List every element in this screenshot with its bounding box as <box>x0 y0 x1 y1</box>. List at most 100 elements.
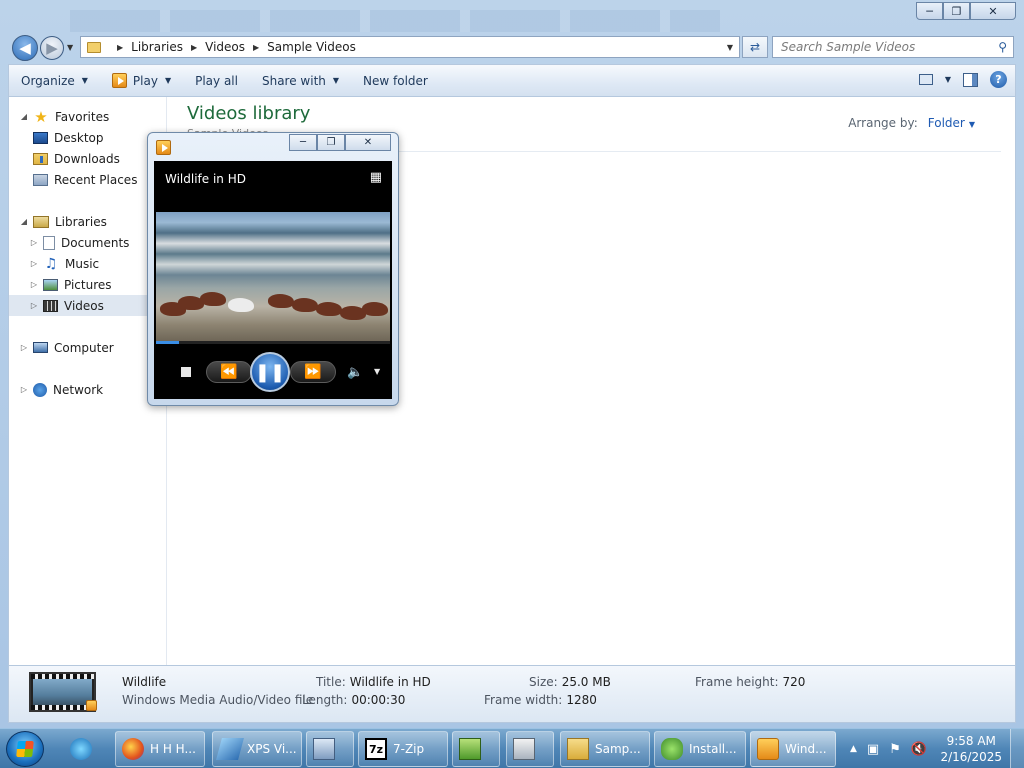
view-options-dropdown[interactable]: ▼ <box>945 75 951 84</box>
expand-arrow-icon[interactable]: ▷ <box>19 343 29 352</box>
player-maximize-button[interactable]: ❐ <box>317 134 345 151</box>
breadcrumb-sample-videos[interactable]: Sample Videos <box>267 40 356 54</box>
new-folder-button[interactable]: New folder <box>351 65 440 96</box>
expand-arrow-icon[interactable]: ▷ <box>29 301 39 310</box>
chevron-down-icon[interactable]: ▼ <box>969 120 975 129</box>
taskbar-item-installer[interactable]: Install... <box>654 731 746 767</box>
media-player-badge-icon <box>86 700 97 711</box>
taskbar-item-printer[interactable] <box>506 731 554 767</box>
taskbar-item-monitor[interactable] <box>306 731 354 767</box>
nav-recent-places-label: Recent Places <box>54 172 138 187</box>
start-button[interactable] <box>6 731 44 767</box>
breadcrumb-separator[interactable]: ▶ <box>253 43 259 52</box>
media-player-window[interactable]: ─ ❐ ✕ Wildlife in HD ▦ ⏪ ⏩ ❚❚ 🔈 ▼ <box>147 132 399 406</box>
search-input[interactable] <box>781 40 981 54</box>
help-icon[interactable]: ? <box>990 71 1007 88</box>
seek-bar[interactable] <box>156 341 390 344</box>
refresh-button[interactable]: ⇄ <box>742 36 768 58</box>
search-box[interactable]: ⚲ <box>772 36 1014 58</box>
rewind-button[interactable]: ⏪ <box>206 361 252 383</box>
search-icon[interactable]: ⚲ <box>998 40 1007 54</box>
clock[interactable]: 9:58 AM 2/16/2025 <box>940 733 1002 765</box>
nav-desktop[interactable]: Desktop <box>9 127 167 148</box>
pause-icon: ❚❚ <box>254 361 286 383</box>
change-view-icon[interactable] <box>918 74 933 85</box>
internet-explorer-icon <box>70 738 92 760</box>
taskbar-item-firefox[interactable]: H H H... <box>115 731 205 767</box>
installer-icon <box>661 738 683 760</box>
nav-videos[interactable]: ▷ Videos <box>9 295 167 316</box>
nav-pictures[interactable]: ▷ Pictures <box>9 274 167 295</box>
nav-network[interactable]: ▷ Network <box>9 379 167 400</box>
pause-button[interactable]: ❚❚ <box>250 352 290 392</box>
forward-arrow-icon: ▶ <box>46 39 58 57</box>
address-dropdown-icon[interactable]: ▼ <box>727 43 733 52</box>
video-display[interactable] <box>156 212 390 343</box>
address-bar[interactable]: ▶ Libraries ▶ Videos ▶ Sample Videos ▼ <box>80 36 740 58</box>
taskbar-item-media-player[interactable]: Wind... <box>750 731 836 767</box>
libraries-icon <box>33 215 49 228</box>
maximize-button[interactable]: ❐ <box>943 2 970 20</box>
volume-muted-icon[interactable]: 🔇 <box>911 742 927 757</box>
taskbar-pinned-ie[interactable] <box>64 733 104 765</box>
nav-favorites[interactable]: ◢ ★ Favorites <box>9 106 167 127</box>
expand-arrow-icon[interactable]: ▷ <box>29 280 39 289</box>
arrange-by: Arrange by: Folder ▼ <box>848 116 975 130</box>
breadcrumb-separator[interactable]: ▶ <box>117 43 123 52</box>
show-desktop-button[interactable] <box>1010 729 1024 768</box>
volume-icon[interactable]: 🔈 <box>347 365 363 380</box>
volume-dropdown-icon[interactable]: ▼ <box>374 367 380 376</box>
stop-button[interactable] <box>181 367 191 377</box>
arrange-by-dropdown[interactable]: Folder <box>928 116 965 130</box>
recent-places-icon <box>33 173 48 186</box>
nav-recent-places[interactable]: Recent Places <box>9 169 167 190</box>
file-name: Wildlife <box>122 675 167 689</box>
share-with-button[interactable]: Share with ▼ <box>250 65 351 96</box>
play-all-label: Play all <box>195 73 238 88</box>
fast-forward-button[interactable]: ⏩ <box>290 361 336 383</box>
breadcrumb-libraries[interactable]: Libraries <box>131 40 183 54</box>
breadcrumb-separator[interactable]: ▶ <box>191 43 197 52</box>
switch-to-library-icon[interactable]: ▦ <box>370 170 382 185</box>
breadcrumb-videos[interactable]: Videos <box>205 40 245 54</box>
taskbar-item-xps-viewer[interactable]: XPS Vi... <box>212 731 302 767</box>
command-bar-right: ▼ ? <box>918 71 1007 88</box>
recent-pages-dropdown[interactable]: ▼ <box>67 43 73 52</box>
title-bar[interactable]: ─ ❐ ✕ <box>0 0 1024 32</box>
expand-arrow-icon[interactable]: ◢ <box>19 112 29 121</box>
nav-documents[interactable]: ▷ Documents <box>9 232 167 253</box>
network-tray-icon[interactable]: ▣ <box>867 742 879 757</box>
firefox-icon <box>122 738 144 760</box>
clock-time: 9:58 AM <box>946 734 996 748</box>
preview-pane-icon[interactable] <box>963 72 978 87</box>
windows-logo-icon <box>16 741 34 757</box>
minimize-button[interactable]: ─ <box>916 2 943 20</box>
expand-arrow-icon[interactable]: ▷ <box>29 238 39 247</box>
taskbar: H H H... XPS Vi... 7z 7-Zip Samp... Insta… <box>0 728 1024 768</box>
player-close-button[interactable]: ✕ <box>345 134 391 151</box>
expand-arrow-icon[interactable]: ▷ <box>19 385 29 394</box>
nav-libraries[interactable]: ◢ Libraries <box>9 211 167 232</box>
media-player-icon <box>156 140 171 155</box>
detail-length: Length: 00:00:30 <box>302 693 406 707</box>
play-icon <box>111 73 127 88</box>
nav-computer[interactable]: ▷ Computer <box>9 337 167 358</box>
show-hidden-icons-icon[interactable]: ▲ <box>850 744 857 754</box>
forward-button[interactable]: ▶ <box>40 36 64 60</box>
nav-downloads[interactable]: Downloads <box>9 148 167 169</box>
taskbar-item-sample-videos[interactable]: Samp... <box>560 731 650 767</box>
organize-button[interactable]: Organize ▼ <box>9 65 100 96</box>
action-center-flag-icon[interactable]: ⚑ <box>889 742 901 757</box>
play-all-button[interactable]: Play all <box>183 65 250 96</box>
detail-title: Title: Wildlife in HD <box>316 675 431 689</box>
play-button[interactable]: Play ▼ <box>100 65 183 96</box>
expand-arrow-icon[interactable]: ▷ <box>29 259 39 268</box>
taskbar-item-notepad[interactable] <box>452 731 500 767</box>
nav-music[interactable]: ▷ ♫ Music <box>9 253 167 274</box>
back-button[interactable]: ◀ <box>12 35 38 61</box>
player-minimize-button[interactable]: ─ <box>289 134 317 151</box>
taskbar-item-7zip[interactable]: 7z 7-Zip <box>358 731 448 767</box>
music-note-icon: ♫ <box>44 255 58 272</box>
close-button[interactable]: ✕ <box>970 2 1016 20</box>
expand-arrow-icon[interactable]: ◢ <box>19 217 29 226</box>
